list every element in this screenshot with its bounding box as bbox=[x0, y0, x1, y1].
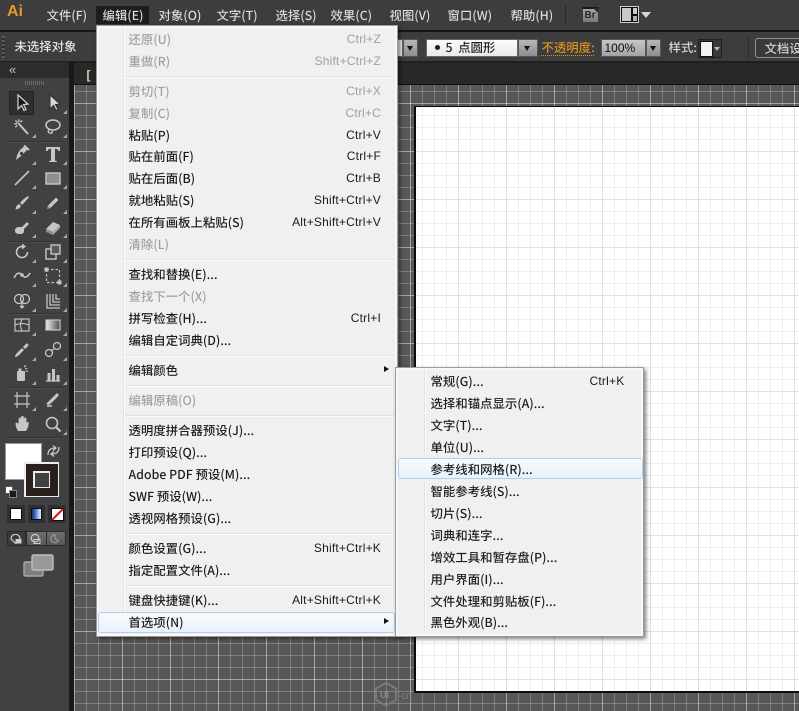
svg-text:UI: UI bbox=[380, 690, 389, 700]
svg-text:-cn: -cn bbox=[398, 691, 412, 702]
